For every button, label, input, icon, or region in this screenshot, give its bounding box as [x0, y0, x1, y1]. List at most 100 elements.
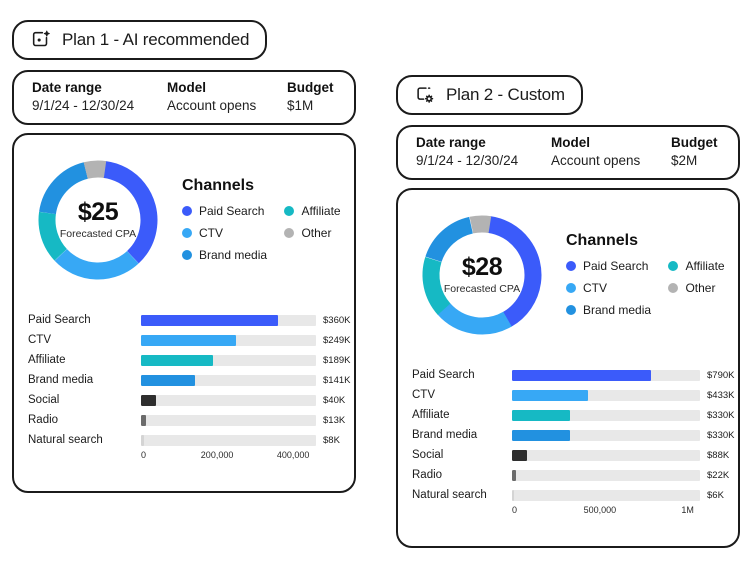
bar-category-label: Affiliate: [412, 409, 450, 421]
plan-1-legend-title: Channels: [182, 177, 255, 194]
plan-1-meta-pill: Date range 9/1/24 - 12/30/24 Model Accou…: [12, 70, 356, 125]
bar-category-label: CTV: [28, 334, 51, 346]
legend-item-brand-media[interactable]: Brand media: [182, 248, 270, 262]
plan-1-x-axis: 0 200,000 400,000: [141, 450, 316, 464]
plan-2-donut-svg: [422, 215, 542, 335]
bar-track[interactable]: [141, 334, 316, 346]
plan-2-legend-grid: Paid Search Affiliate CTV Other Brand me…: [566, 259, 728, 317]
legend-item-paid-search[interactable]: Paid Search: [182, 204, 270, 218]
bar-row: Social $88K: [412, 445, 730, 465]
bar-category-label: Affiliate: [28, 354, 66, 366]
bar-category-label: Natural search: [412, 489, 487, 501]
plan-2-model-value: Account opens: [551, 153, 641, 168]
bar-value-label: $8K: [323, 434, 340, 446]
plan-1-model-label: Model: [167, 80, 206, 96]
plan-2-budget-label: Budget: [671, 135, 718, 151]
bar-fill: [512, 429, 570, 441]
bar-row: CTV $433K: [412, 385, 734, 405]
bar-value-label: $790K: [707, 369, 735, 381]
bar-value-label: $189K: [323, 354, 351, 366]
bar-track[interactable]: [141, 354, 316, 366]
plan-2-donut-section: $28 Forecasted CPA Channels Paid Search …: [412, 210, 728, 340]
plan-1-date-range: Date range 9/1/24 - 12/30/24: [32, 72, 167, 123]
plan-1-donut-section: $25 Forecasted CPA Channels Paid Search …: [28, 155, 344, 285]
legend-item-other[interactable]: Other: [284, 226, 344, 240]
bar-value-label: $330K: [707, 409, 735, 421]
bar-value-label: $433K: [707, 389, 735, 401]
plan-1-budget-label: Budget: [287, 80, 334, 96]
plan-1-title-pill[interactable]: Plan 1 - AI recommended: [12, 20, 268, 60]
bar-row: CTV $249K: [28, 330, 350, 350]
legend-item-affiliate[interactable]: Affiliate: [668, 259, 728, 273]
bar-value-label: $6K: [707, 489, 724, 501]
plan-2-donut-chart: $28 Forecasted CPA: [412, 210, 552, 340]
bar-track[interactable]: [512, 449, 700, 461]
legend-item-brand-media[interactable]: Brand media: [566, 303, 654, 317]
plan-1-date-range-value: 9/1/24 - 12/30/24: [32, 98, 135, 113]
legend-label-affiliate: Affiliate: [301, 204, 341, 218]
bar-category-label: Natural search: [28, 434, 103, 446]
bar-category-label: Social: [412, 449, 444, 461]
bar-fill: [141, 354, 213, 366]
plan-2-date-range-value: 9/1/24 - 12/30/24: [416, 153, 519, 168]
bar-fill: [141, 394, 157, 406]
plan-1-donut-svg: [38, 160, 158, 280]
legend-dot-brand-media: [566, 305, 576, 315]
bar-fill: [512, 469, 516, 481]
legend-label-other: Other: [685, 281, 716, 295]
plan-1-body-card: $25 Forecasted CPA Channels Paid Search …: [12, 133, 356, 493]
bar-row: Paid Search $360K: [28, 310, 350, 330]
legend-dot-other: [284, 228, 295, 238]
plan-2-title-pill[interactable]: Plan 2 - Custom: [396, 75, 583, 115]
plan-2-model-label: Model: [551, 135, 590, 151]
bar-track[interactable]: [141, 394, 316, 406]
bar-fill: [512, 409, 570, 421]
bar-fill: [141, 314, 278, 326]
custom-gear-icon: [414, 84, 436, 106]
bar-row: Affiliate $189K: [28, 350, 350, 370]
bar-category-label: Paid Search: [412, 369, 475, 381]
plan-2-legend-title: Channels: [566, 232, 639, 249]
legend-label-ctv: CTV: [199, 226, 223, 240]
plan-2-bar-chart: Paid Search $790K CTV $433K Affiliate $330K Br…: [412, 365, 734, 519]
bar-row: Radio $13K: [28, 410, 346, 430]
bar-track[interactable]: [512, 389, 700, 401]
legend-dot-paid-search: [566, 261, 576, 271]
legend-label-paid-search: Paid Search: [583, 259, 649, 273]
plan-1-bar-rows: Paid Search $360K CTV $249K Affiliate $189K Br…: [28, 310, 350, 450]
legend-item-paid-search[interactable]: Paid Search: [566, 259, 654, 273]
plan-2-title: Plan 2 - Custom: [446, 85, 565, 104]
bar-row: Natural search $8K: [28, 430, 346, 450]
bar-track[interactable]: [512, 469, 700, 481]
bar-row: Affiliate $330K: [412, 405, 734, 425]
plan-2-model: Model Account opens: [551, 127, 671, 178]
legend-item-ctv[interactable]: CTV: [566, 281, 654, 295]
bar-fill: [141, 434, 145, 446]
legend-label-affiliate: Affiliate: [685, 259, 725, 273]
bar-fill: [141, 334, 236, 346]
legend-item-affiliate[interactable]: Affiliate: [284, 204, 344, 218]
bar-track[interactable]: [141, 314, 316, 326]
legend-label-other: Other: [301, 226, 332, 240]
bar-value-label: $360K: [323, 314, 351, 326]
bar-track[interactable]: [141, 374, 316, 386]
bar-track[interactable]: [512, 409, 700, 421]
plans-comparison-canvas: Plan 1 - AI recommended Date range 9/1/2…: [0, 0, 750, 563]
legend-item-other[interactable]: Other: [668, 281, 728, 295]
legend-item-ctv[interactable]: CTV: [182, 226, 270, 240]
bar-track[interactable]: [512, 429, 700, 441]
bar-track[interactable]: [141, 414, 316, 426]
bar-track[interactable]: [141, 434, 316, 446]
bar-row: Brand media $141K: [28, 370, 350, 390]
bar-category-label: Radio: [28, 414, 59, 426]
bar-track[interactable]: [512, 369, 700, 381]
plan-2-date-range: Date range 9/1/24 - 12/30/24: [416, 127, 551, 178]
axis-tick-label: 1M: [681, 505, 694, 515]
bar-track[interactable]: [512, 489, 700, 501]
plan-1-model: Model Account opens: [167, 72, 287, 123]
bar-fill: [512, 369, 651, 381]
plan-2-date-range-label: Date range: [416, 135, 486, 151]
plan-1-legend: Channels Paid Search Affiliate CTV Other…: [168, 155, 344, 262]
plan-1-bar-chart: Paid Search $360K CTV $249K Affiliate $189K Br…: [28, 310, 350, 464]
legend-label-ctv: CTV: [583, 281, 607, 295]
